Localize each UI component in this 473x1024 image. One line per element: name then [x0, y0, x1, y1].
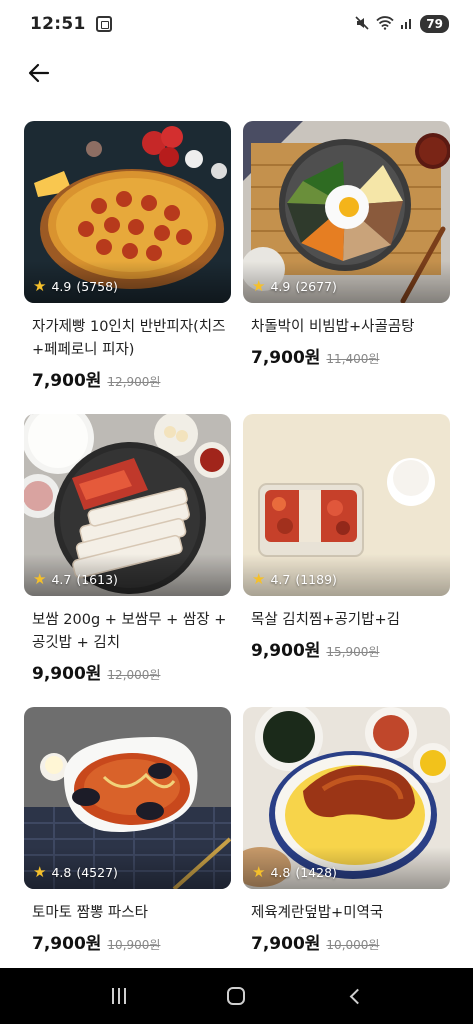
rating: ★ 4.9 (2677)	[252, 277, 337, 295]
arrow-left-icon	[28, 63, 50, 83]
review-count: (1428)	[295, 865, 337, 880]
product-image: ★ 4.8 (1428)	[243, 707, 450, 889]
sale-price: 7,900원	[32, 371, 102, 391]
product-card[interactable]: ★ 4.7 (1189) 목살 김치찜+공기밥+김 9,900원 15,900원	[243, 414, 450, 661]
star-icon: ★	[252, 570, 266, 588]
review-count: (5758)	[76, 279, 118, 294]
sale-price: 7,900원	[251, 348, 321, 368]
price-row: 9,900원 12,000원	[24, 659, 231, 684]
battery-icon: 79	[420, 15, 449, 33]
review-count: (1613)	[76, 572, 118, 587]
system-back-button[interactable]	[334, 976, 374, 1016]
price-row: 7,900원 12,900원	[24, 366, 231, 391]
product-image: ★ 4.9 (5758)	[24, 121, 231, 303]
rating: ★ 4.8 (4527)	[33, 863, 118, 881]
signal-icon	[400, 16, 414, 33]
screenshot-icon	[95, 16, 112, 32]
rating-value: 4.9	[51, 279, 72, 294]
product-card[interactable]: ★ 4.9 (5758) 자가제빵 10인치 반반피자(치즈+페페로니 피자) …	[24, 121, 231, 391]
sale-price: 7,900원	[251, 934, 321, 954]
review-count: (1189)	[295, 572, 337, 587]
price-row: 7,900원 11,400원	[243, 343, 450, 368]
product-card[interactable]: ★ 4.9 (2677) 차돌박이 비빔밥+사골곰탕 7,900원 11,400…	[243, 121, 450, 368]
star-icon: ★	[33, 277, 47, 295]
rating: ★ 4.7 (1613)	[33, 570, 118, 588]
product-image: ★ 4.7 (1189)	[243, 414, 450, 596]
sale-price: 9,900원	[251, 641, 321, 661]
product-image: ★ 4.7 (1613)	[24, 414, 231, 596]
product-card[interactable]: ★ 4.8 (1428) 제육계란덮밥+미역국 7,900원 10,000원	[243, 707, 450, 954]
rating: ★ 4.9 (5758)	[33, 277, 118, 295]
rating-value: 4.9	[270, 279, 291, 294]
price-row: 9,900원 15,900원	[243, 636, 450, 661]
review-count: (2677)	[295, 279, 337, 294]
status-time: 12:51	[30, 14, 86, 34]
sale-price: 7,900원	[32, 934, 102, 954]
price-row: 7,900원 10,000원	[243, 929, 450, 954]
original-price: 15,900원	[326, 645, 380, 659]
original-price: 12,000원	[107, 668, 161, 682]
back-button[interactable]	[26, 60, 52, 86]
original-price: 10,900원	[107, 938, 161, 952]
mute-icon	[354, 15, 370, 34]
original-price: 10,000원	[326, 938, 380, 952]
star-icon: ★	[252, 863, 266, 881]
status-bar: 12:51 79	[0, 0, 473, 48]
product-card[interactable]: ★ 4.7 (1613) 보쌈 200g + 보쌈무 + 쌈장 + 공깃밥 + …	[24, 414, 231, 684]
product-title: 토마토 짬뽕 파스타	[32, 905, 148, 921]
home-icon	[227, 987, 246, 1005]
product-image: ★ 4.8 (4527)	[24, 707, 231, 889]
rating-value: 4.7	[51, 572, 72, 587]
star-icon: ★	[33, 570, 47, 588]
recent-apps-icon	[111, 988, 126, 1004]
status-icons: 79	[354, 15, 449, 34]
product-title: 자가제빵 10인치 반반피자(치즈+페페로니 피자)	[32, 319, 226, 358]
rating: ★ 4.8 (1428)	[252, 863, 337, 881]
rating-value: 4.8	[270, 865, 291, 880]
rating-value: 4.8	[51, 865, 72, 880]
sale-price: 9,900원	[32, 664, 102, 684]
price-row: 7,900원 10,900원	[24, 929, 231, 954]
recent-apps-button[interactable]	[99, 976, 139, 1016]
system-nav-bar	[0, 968, 473, 1024]
app-bar	[0, 48, 473, 98]
home-button[interactable]	[216, 976, 256, 1016]
star-icon: ★	[33, 863, 47, 881]
product-title: 차돌박이 비빔밥+사골곰탕	[251, 319, 415, 335]
product-title: 보쌈 200g + 보쌈무 + 쌈장 + 공깃밥 + 김치	[32, 612, 227, 651]
rating-value: 4.7	[270, 572, 291, 587]
chevron-left-icon	[349, 988, 365, 1004]
product-title: 제육계란덮밥+미역국	[251, 905, 384, 921]
wifi-icon	[376, 15, 394, 33]
rating: ★ 4.7 (1189)	[252, 570, 337, 588]
star-icon: ★	[252, 277, 266, 295]
product-image: ★ 4.9 (2677)	[243, 121, 450, 303]
review-count: (4527)	[76, 865, 118, 880]
product-card[interactable]: ★ 4.8 (4527) 토마토 짬뽕 파스타 7,900원 10,900원	[24, 707, 231, 954]
original-price: 12,900원	[107, 375, 161, 389]
original-price: 11,400원	[326, 352, 380, 366]
product-title: 목살 김치찜+공기밥+김	[251, 612, 400, 628]
